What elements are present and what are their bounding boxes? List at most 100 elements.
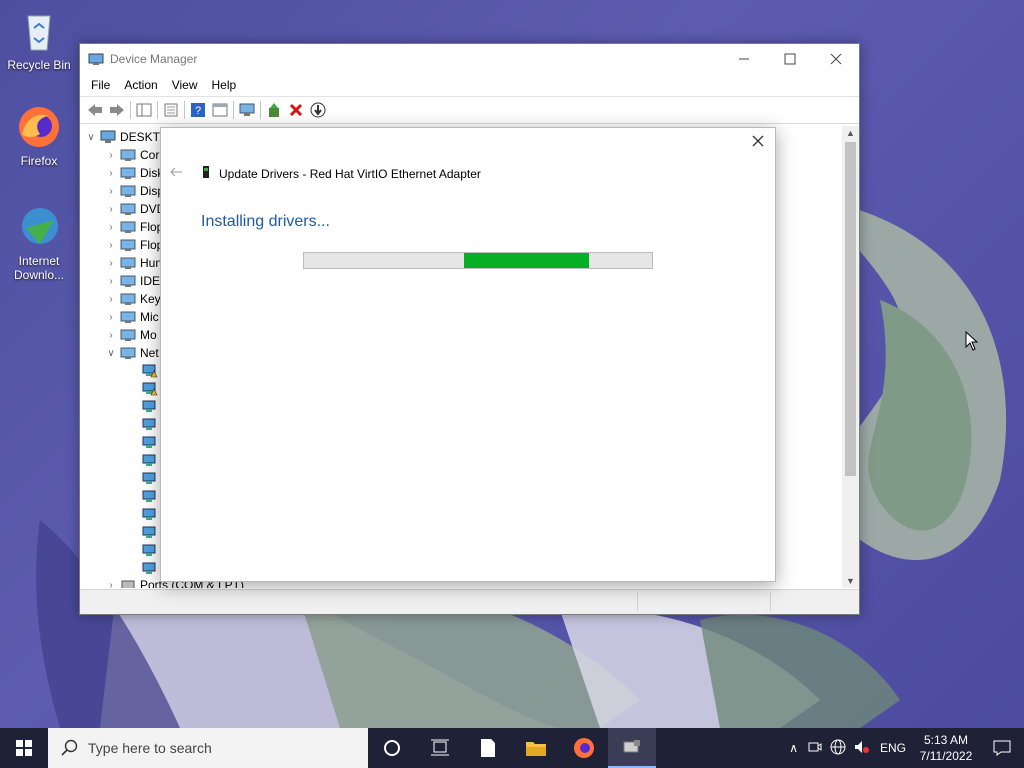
expand-chevron-icon[interactable]: › (104, 150, 118, 161)
scan-hardware-button[interactable] (236, 99, 258, 121)
tree-item-keyboard[interactable]: › Keyl (104, 290, 163, 308)
back-toolbar-button[interactable] (84, 99, 106, 121)
help-button[interactable]: ? (187, 99, 209, 121)
desktop-icon-label: Internet Downlo... (13, 254, 65, 282)
update-driver-button[interactable] (263, 99, 285, 121)
minimize-button[interactable] (721, 44, 767, 74)
computer-icon (120, 148, 136, 162)
menu-help[interactable]: Help (205, 78, 244, 92)
title-bar[interactable]: Device Manager (80, 44, 859, 74)
start-button[interactable] (0, 728, 48, 768)
menu-bar: File Action View Help (80, 74, 859, 96)
task-view-button[interactable] (416, 728, 464, 768)
collapse-chevron-icon[interactable]: ∨ (104, 348, 118, 359)
tree-item-floppy-controller[interactable]: › Flop (104, 218, 163, 236)
floppy-drive-icon (120, 238, 136, 252)
menu-action[interactable]: Action (117, 78, 164, 92)
maximize-icon (784, 53, 796, 65)
input-language[interactable]: ENG (874, 741, 912, 755)
uninstall-x-icon (289, 103, 303, 117)
expand-chevron-icon[interactable]: › (104, 294, 118, 305)
tree-root[interactable]: ∨ DESKTO (80, 128, 169, 146)
menu-view[interactable]: View (165, 78, 205, 92)
tree-item-ide-controller[interactable]: › IDE (104, 272, 160, 290)
expand-chevron-icon[interactable]: › (104, 258, 118, 269)
monitor-icon (120, 328, 136, 342)
close-button[interactable] (813, 44, 859, 74)
search-icon (61, 739, 78, 756)
taskbar-clock[interactable]: 5:13 AM 7/11/2022 (912, 732, 980, 764)
expand-chevron-icon[interactable]: › (104, 276, 118, 287)
dvd-drive-icon (120, 202, 136, 216)
menu-file[interactable]: File (84, 78, 117, 92)
meet-now-icon[interactable] (804, 740, 826, 757)
forward-toolbar-button[interactable] (106, 99, 128, 121)
network-adapter-child[interactable] (140, 524, 162, 542)
cortana-icon (384, 740, 400, 756)
network-adapter-child[interactable] (140, 398, 162, 416)
network-adapter-child[interactable] (140, 416, 162, 434)
taskbar-file-explorer[interactable] (512, 728, 560, 768)
dialog-back-button[interactable] (169, 165, 183, 183)
expand-chevron-icon[interactable]: › (104, 312, 118, 323)
expand-chevron-icon[interactable]: › (104, 168, 118, 179)
tree-item-hid[interactable]: › Hun (104, 254, 162, 272)
network-adapter-child[interactable] (140, 380, 162, 398)
action-pane-button[interactable] (209, 99, 231, 121)
device-manager-icon (623, 740, 640, 753)
tree-item-monitor[interactable]: › Mo (104, 326, 156, 344)
tree-item-display-adapter[interactable]: › Disp (104, 182, 164, 200)
expand-chevron-icon[interactable]: › (104, 240, 118, 251)
network-adapter-child[interactable] (140, 470, 162, 488)
network-adapter-child[interactable] (140, 452, 162, 470)
expand-chevron-icon[interactable]: › (104, 204, 118, 215)
taskbar-device-manager[interactable] (608, 728, 656, 768)
network-adapter-child[interactable] (140, 542, 162, 560)
network-adapter-child[interactable] (140, 488, 162, 506)
tree-item-disk-drive[interactable]: › Disk (104, 164, 163, 182)
system-tray: ∧ ENG 5:13 AM 7/11/2022 (783, 728, 1024, 768)
taskbar-notepad[interactable] (464, 728, 512, 768)
maximize-button[interactable] (767, 44, 813, 74)
toolbar: ? (80, 96, 859, 124)
taskbar-firefox[interactable] (560, 728, 608, 768)
scroll-down-icon[interactable]: ▼ (846, 576, 855, 586)
enable-device-icon (310, 102, 326, 118)
expand-chevron-icon[interactable]: › (104, 222, 118, 233)
mouse-cursor (965, 330, 979, 354)
collapse-chevron-icon[interactable]: ∨ (84, 132, 98, 143)
network-adapter-child[interactable] (140, 560, 162, 578)
network-adapter-warning-icon (142, 382, 158, 396)
tree-item-mouse[interactable]: › Mic (104, 308, 158, 326)
desktop-icon-recycle-bin[interactable]: Recycle Bin (2, 8, 76, 72)
dialog-close-button[interactable] (749, 134, 767, 152)
expand-chevron-icon[interactable]: › (104, 186, 118, 197)
network-adapter-icon (142, 490, 158, 504)
tree-item-floppy-drive[interactable]: › Flop (104, 236, 163, 254)
taskbar-search-box[interactable]: Type here to search (48, 728, 368, 768)
show-hidden-icons-chevron[interactable]: ∧ (783, 741, 804, 755)
network-adapter-child[interactable] (140, 506, 162, 524)
enable-device-button[interactable] (307, 99, 329, 121)
vertical-scrollbar[interactable]: ▲ ▼ (842, 126, 859, 588)
volume-muted-icon[interactable] (850, 739, 874, 758)
network-adapter-child[interactable] (140, 434, 162, 452)
expand-chevron-icon[interactable]: › (104, 580, 118, 589)
desktop-icon-internet-download-manager[interactable]: Internet Downlo... (2, 204, 76, 282)
properties-button[interactable] (160, 99, 182, 121)
scrollbar-thumb[interactable] (845, 142, 856, 476)
scroll-up-icon[interactable]: ▲ (846, 128, 855, 138)
tree-item-dvd-drive[interactable]: › DVD (104, 200, 165, 218)
uninstall-device-button[interactable] (285, 99, 307, 121)
cortana-button[interactable] (368, 728, 416, 768)
show-hide-console-tree-button[interactable] (133, 99, 155, 121)
update-drivers-dialog: Update Drivers - Red Hat VirtIO Ethernet… (160, 127, 776, 582)
network-adapter-child[interactable] (140, 362, 162, 380)
desktop-icon-firefox[interactable]: Firefox (2, 104, 76, 168)
network-globe-icon[interactable] (826, 739, 850, 758)
tree-item-network-adapter[interactable]: ∨ Net (104, 344, 158, 362)
tree-item-computer[interactable]: › Cor (104, 146, 159, 164)
expand-chevron-icon[interactable]: › (104, 330, 118, 341)
network-adapter-icon (142, 400, 158, 414)
action-center-button[interactable] (980, 740, 1024, 756)
